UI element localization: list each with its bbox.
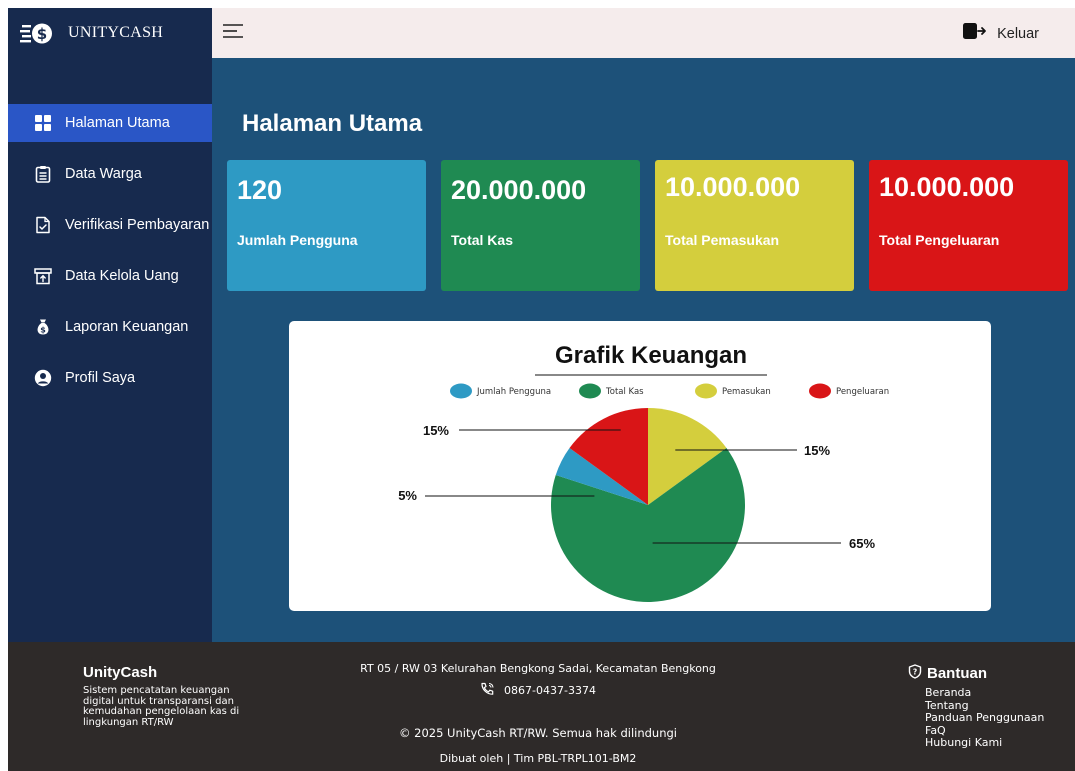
sidebar-item-data-warga[interactable]: Data Warga — [8, 155, 212, 193]
sidebar-item-laporan-keuangan[interactable]: $ Laporan Keuangan — [8, 308, 212, 346]
logout-icon — [963, 22, 987, 45]
footer-phone: 0867-0437-3374 — [308, 682, 768, 699]
sidebar-item-label: Verifikasi Pembayaran — [65, 217, 210, 233]
sidebar-item-label: Laporan Keuangan — [65, 319, 189, 335]
phone-icon — [480, 682, 496, 699]
svg-text:?: ? — [913, 668, 917, 677]
card-label: Total Pengeluaran — [879, 232, 1000, 248]
pie-percent-label: 65% — [849, 536, 875, 551]
footer-link-beranda[interactable]: Beranda — [925, 686, 1044, 700]
card-total-kas: 20.000.000 Total Kas — [441, 160, 640, 291]
footer-help-links: Beranda Tentang Panduan Penggunaan FaQ H… — [925, 686, 1044, 750]
chart-legend: Jumlah Pengguna Total Kas Pemasukan Pengelu… — [450, 383, 889, 399]
footer-address: RT 05 / RW 03 Kelurahan Bengkong Sadai, … — [360, 662, 716, 675]
card-value: 10.000.000 — [879, 172, 1015, 202]
document-check-icon — [34, 216, 52, 234]
card-value: 120 — [237, 175, 283, 205]
footer-copyright: © 2025 UnityCash RT/RW. Semua hak dilind… — [398, 726, 677, 740]
legend-swatch — [695, 383, 717, 399]
sidebar-item-data-kelola-uang[interactable]: Data Kelola Uang — [8, 257, 212, 295]
legend-label: Pengeluaran — [836, 387, 889, 397]
sidebar-item-profil-saya[interactable]: Profil Saya — [8, 359, 212, 397]
footer-link-panduan-penggunaan[interactable]: Panduan Penggunaan — [925, 711, 1044, 725]
legend-item: Total Kas — [579, 383, 644, 399]
app-root: $ UNITYCASH Halaman Utama Data Warga Ver… — [8, 8, 1075, 771]
legend-label: Pemasukan — [722, 387, 771, 397]
sidebar-item-label: Data Kelola Uang — [65, 268, 179, 284]
card-value: 20.000.000 — [451, 175, 587, 205]
pie-percent-label: 15% — [804, 443, 830, 458]
brand-name: UNITYCASH — [68, 24, 164, 41]
pie-slices — [551, 408, 746, 603]
card-label: Jumlah Pengguna — [237, 232, 358, 248]
money-bag-icon: $ — [34, 318, 52, 336]
card-total-pengeluaran: 10.000.000 Total Pengeluaran — [869, 160, 1068, 291]
sidebar-item-label: Halaman Utama — [65, 115, 170, 131]
footer-description: Sistem pencatatan keuangan digital untuk… — [83, 685, 240, 728]
svg-text:$: $ — [40, 326, 46, 335]
sidebar-item-halaman-utama[interactable]: Halaman Utama — [8, 104, 212, 142]
sidebar-item-label: Profil Saya — [65, 370, 136, 386]
legend-label: Jumlah Pengguna — [476, 387, 551, 397]
legend-swatch — [450, 383, 472, 399]
money-stack-icon: $ — [20, 20, 54, 46]
legend-item: Pengeluaran — [809, 383, 889, 399]
card-label: Total Kas — [451, 232, 513, 248]
card-label: Total Pemasukan — [665, 232, 780, 248]
footer-help-title: ? Bantuan — [908, 664, 1044, 683]
legend-label: Total Kas — [605, 387, 644, 397]
cash-drawer-icon — [34, 267, 52, 285]
sidebar-nav: Halaman Utama Data Warga Verifikasi Pemb… — [8, 104, 212, 410]
footer-brand: UnityCash — [83, 664, 158, 681]
pie-percent-label: 5% — [398, 488, 417, 503]
page-title: Halaman Utama — [242, 110, 423, 137]
card-value: 10.000.000 — [665, 172, 801, 202]
dashboard-grid-icon — [34, 114, 52, 132]
user-circle-icon — [34, 369, 52, 387]
hamburger-icon[interactable] — [222, 21, 244, 43]
footer-phone-number: 0867-0437-3374 — [504, 684, 596, 697]
brand[interactable]: $ UNITYCASH — [8, 8, 212, 58]
legend-swatch — [579, 383, 601, 399]
sidebar-item-label: Data Warga — [65, 166, 142, 182]
chart-title: Grafik Keuangan — [555, 342, 747, 369]
legend-item: Jumlah Pengguna — [450, 383, 551, 399]
legend-item: Pemasukan — [695, 383, 771, 399]
footer-help: ? Bantuan Beranda Tentang Panduan Penggu… — [908, 664, 1044, 750]
footer: UnityCash Sistem pencatatan keuangan dig… — [8, 642, 1075, 771]
sidebar: $ UNITYCASH Halaman Utama Data Warga Ver… — [8, 8, 212, 642]
pie-chart: Grafik Keuangan Jumlah Pengguna Total Kas… — [398, 342, 889, 603]
sidebar-item-verifikasi-pembayaran[interactable]: Verifikasi Pembayaran — [8, 206, 212, 244]
main-content: Halaman Utama 120 Jumlah Pengguna 20.000… — [212, 58, 1075, 642]
footer-link-hubungi-kami[interactable]: Hubungi Kami — [925, 736, 1044, 750]
card-jumlah-pengguna: 120 Jumlah Pengguna — [227, 160, 426, 291]
topbar: Keluar — [212, 8, 1075, 58]
logout-button[interactable]: Keluar — [963, 22, 1039, 45]
svg-text:$: $ — [37, 25, 47, 43]
legend-swatch — [809, 383, 831, 399]
pie-percent-label: 15% — [423, 423, 449, 438]
footer-made-by: Dibuat oleh | Tim PBL-TRPL101-BM2 — [439, 752, 637, 765]
shield-question-icon: ? — [908, 664, 922, 683]
clipboard-icon — [34, 165, 52, 183]
logout-label: Keluar — [997, 25, 1039, 42]
footer-help-heading: Bantuan — [927, 665, 987, 682]
chart-panel: Grafik Keuangan Jumlah Pengguna Total Kas… — [289, 321, 991, 611]
card-total-pemasukan: 10.000.000 Total Pemasukan — [655, 160, 854, 291]
